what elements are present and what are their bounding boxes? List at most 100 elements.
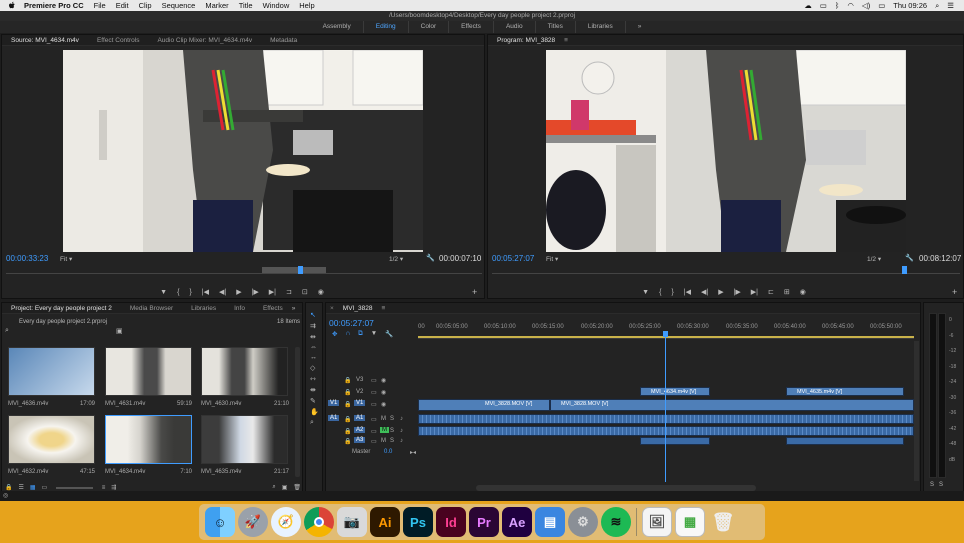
cloud-icon[interactable]: ☁	[804, 1, 812, 10]
workspace-assembly[interactable]: Assembly	[311, 21, 364, 33]
eye-icon[interactable]: ◉	[381, 377, 386, 384]
status-icon[interactable]: ◎	[3, 492, 8, 499]
new-item-icon[interactable]: ▣	[282, 484, 288, 491]
menu-marker[interactable]: Marker	[205, 1, 228, 10]
track-label-a1[interactable]: A1	[354, 415, 366, 421]
pen-tool-icon[interactable]: ✎	[310, 397, 319, 405]
source-video-frame[interactable]	[63, 50, 423, 252]
battery-icon[interactable]: ▭	[878, 1, 885, 10]
overwrite-icon[interactable]: ⊡	[302, 288, 308, 296]
eye-icon[interactable]: ◉	[381, 401, 386, 408]
sync-lock-icon[interactable]: ▭	[371, 438, 377, 445]
rate-stretch-tool-icon[interactable]: ↔	[310, 354, 319, 361]
lock-icon[interactable]: 🔒	[344, 389, 351, 396]
program-playhead[interactable]	[902, 266, 907, 274]
notification-center-icon[interactable]: ☰	[947, 1, 954, 10]
solo-button[interactable]: S	[390, 438, 394, 444]
workspace-libraries[interactable]: Libraries	[576, 21, 626, 33]
export-frame-icon[interactable]: ◉	[800, 288, 806, 296]
sync-lock-icon[interactable]: ▭	[371, 377, 377, 384]
project-scrollbar[interactable]	[295, 347, 300, 477]
lock-icon[interactable]: 🔒	[344, 401, 351, 408]
apple-icon[interactable]	[8, 1, 16, 10]
program-video-frame[interactable]	[546, 50, 906, 252]
finder-icon[interactable]: ☺	[205, 507, 235, 537]
program-resolution-dropdown[interactable]: 1/2 ▾	[867, 255, 881, 263]
wifi-icon[interactable]: ◠	[847, 1, 854, 10]
tab-source[interactable]: Source: MVI_4634.m4v	[2, 37, 88, 44]
list-view-icon[interactable]: ☰	[18, 484, 23, 491]
safari-icon[interactable]: 🧭	[271, 507, 301, 537]
lock-icon[interactable]: 🔒	[344, 416, 351, 423]
hand-tool-icon[interactable]: ✋	[310, 408, 319, 416]
solo-button[interactable]: S	[390, 416, 394, 422]
photo-document-icon[interactable]: 🖼	[642, 507, 672, 537]
tab-media-browser[interactable]: Media Browser	[121, 305, 182, 312]
tab-effect-controls[interactable]: Effect Controls	[88, 37, 149, 44]
track-select-tool-icon[interactable]: ⇉	[310, 322, 319, 330]
zoom-tool-icon[interactable]: ⌕	[310, 419, 319, 427]
sync-lock-icon[interactable]: ▭	[371, 401, 377, 408]
track-label-a3[interactable]: A3	[354, 437, 366, 443]
solo-button[interactable]: S	[390, 428, 394, 434]
mute-button[interactable]: M	[381, 416, 386, 422]
play-icon[interactable]: ▶	[236, 288, 241, 296]
panel-menu-icon[interactable]: ≡	[564, 37, 568, 44]
program-fit-dropdown[interactable]: Fit ▾	[546, 255, 558, 263]
solo-right-button[interactable]: S	[939, 482, 943, 488]
source-playhead[interactable]	[298, 266, 303, 274]
search-icon[interactable]: ⌕	[5, 327, 9, 335]
tab-sequence[interactable]: MVI_3828	[334, 305, 382, 312]
rolling-edit-tool-icon[interactable]: ⇔	[310, 344, 319, 351]
track-label-a2[interactable]: A2	[354, 427, 366, 433]
program-playhead-timecode[interactable]: 00:05:27:07	[492, 254, 534, 263]
ripple-edit-tool-icon[interactable]: ⇹	[310, 333, 319, 341]
timeline-playhead-handle[interactable]	[663, 331, 668, 337]
menu-sequence[interactable]: Sequence	[162, 1, 196, 10]
menu-edit[interactable]: Edit	[116, 1, 129, 10]
spotlight-icon[interactable]: ⌕	[935, 1, 939, 11]
lift-icon[interactable]: ⊏	[768, 288, 774, 296]
timeline-vertical-scrollbar[interactable]	[914, 341, 919, 481]
thumbnail-mvi-4634[interactable]	[105, 415, 192, 464]
timeline-clip-v1[interactable]: MVI_3828.MOV [V]	[550, 399, 914, 411]
step-back-icon[interactable]: ◀|	[219, 288, 226, 296]
lock-icon[interactable]: 🔒	[344, 438, 351, 445]
more-workspaces-icon[interactable]: »	[626, 21, 654, 33]
tab-effects[interactable]: Effects	[254, 305, 292, 312]
illustrator-icon[interactable]: Ai	[370, 507, 400, 537]
go-to-out-icon[interactable]: ▶|	[751, 288, 758, 296]
workspace-editing[interactable]: Editing	[364, 21, 409, 33]
go-to-out-icon[interactable]: ▶|	[269, 288, 276, 296]
sync-lock-icon[interactable]: ▭	[371, 428, 377, 435]
icon-view-icon[interactable]: ▦	[30, 484, 36, 491]
timeline-clip-v2[interactable]: MVI_4634.m4v [V]	[640, 387, 710, 396]
mark-in-icon[interactable]: {	[177, 289, 179, 296]
freeform-view-icon[interactable]: ▭	[42, 484, 48, 491]
new-bin-icon[interactable]: ▣	[116, 327, 123, 335]
tab-program[interactable]: Program: MVI_3828	[488, 37, 564, 44]
spotify-icon[interactable]: ≋	[601, 507, 631, 537]
eye-icon[interactable]: ◉	[381, 389, 386, 396]
sync-lock-icon[interactable]: ▭	[371, 389, 377, 396]
menu-window[interactable]: Window	[263, 1, 290, 10]
nest-icon[interactable]: ✥	[332, 330, 337, 338]
lock-icon[interactable]: 🔒	[5, 484, 12, 491]
panel-menu-icon[interactable]: ≡	[381, 305, 385, 312]
bluetooth-icon[interactable]: ᛒ	[835, 1, 840, 10]
lock-icon[interactable]: 🔒	[344, 377, 351, 384]
step-forward-icon[interactable]: |▶	[252, 288, 259, 296]
slip-tool-icon[interactable]: ⇿	[310, 375, 319, 383]
source-patch-v1[interactable]: V1	[328, 400, 340, 406]
close-icon[interactable]: ×	[326, 305, 334, 312]
thumbnail-mvi-4631[interactable]	[105, 347, 192, 396]
settings-wrench-icon[interactable]: 🔧	[905, 254, 914, 262]
workspace-effects[interactable]: Effects	[449, 21, 494, 33]
mark-in-icon[interactable]: {	[659, 289, 661, 296]
chrome-icon[interactable]	[304, 507, 334, 537]
step-back-icon[interactable]: ◀|	[701, 288, 708, 296]
go-to-in-icon[interactable]: |◀	[202, 288, 209, 296]
zoom-slider[interactable]	[56, 486, 93, 489]
mark-out-icon[interactable]: }	[189, 289, 191, 296]
menu-help[interactable]: Help	[299, 1, 314, 10]
